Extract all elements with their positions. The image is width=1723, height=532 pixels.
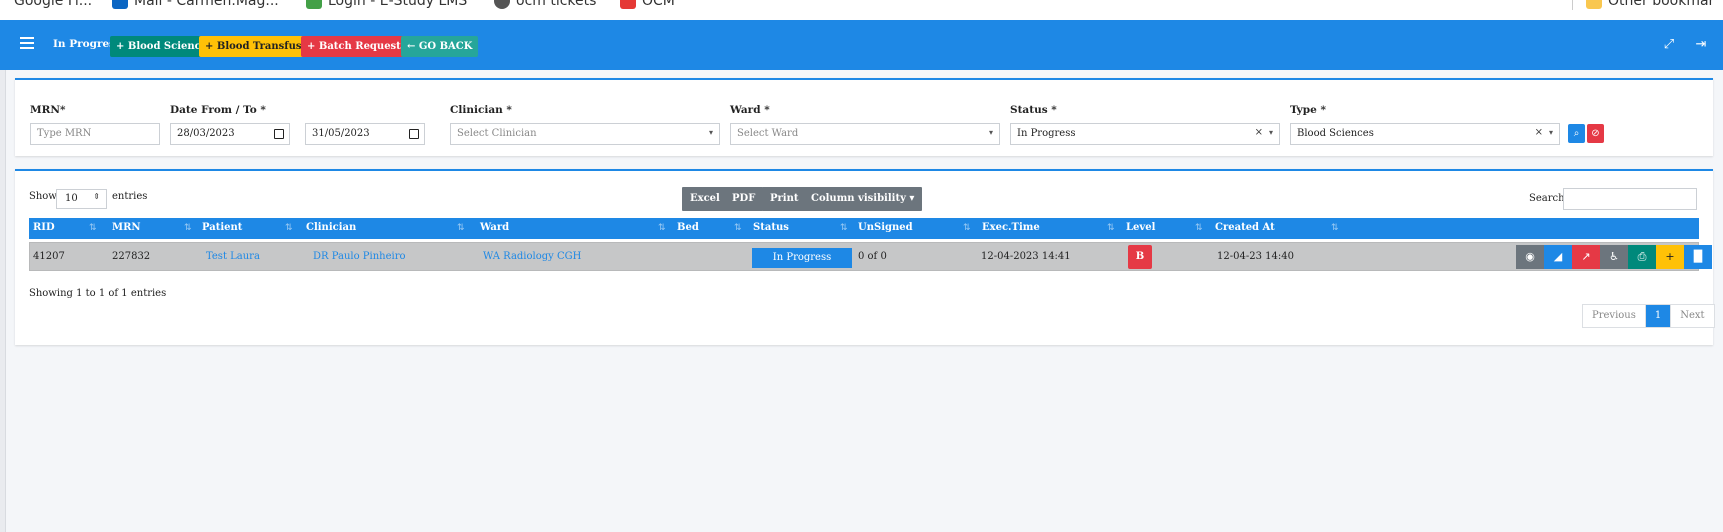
ocm-icon bbox=[620, 0, 636, 9]
menu-icon[interactable] bbox=[20, 37, 34, 51]
level-badge: B bbox=[1128, 245, 1152, 269]
status-label: Status * bbox=[1010, 104, 1057, 116]
clinician-label: Clinician * bbox=[450, 104, 512, 116]
table-header: RID ⇅ MRN ⇅ Patient ⇅ Clinician ⇅ Ward ⇅… bbox=[29, 218, 1699, 239]
ward-label: Ward * bbox=[730, 104, 770, 116]
cell-clinician-link[interactable]: DR Paulo Pinheiro bbox=[313, 251, 406, 262]
column-header-status[interactable]: Status bbox=[753, 222, 789, 233]
mrn-input[interactable]: Type MRN bbox=[30, 123, 160, 145]
cell-mrn: 227832 bbox=[112, 251, 151, 262]
reset-icon[interactable]: ⊘ bbox=[1587, 124, 1604, 143]
sort-icon: ⇅ bbox=[840, 223, 848, 233]
outlook-icon bbox=[112, 0, 128, 9]
next-page-button[interactable]: Next bbox=[1671, 305, 1713, 327]
wheelchair-icon[interactable]: ♿ bbox=[1600, 245, 1628, 269]
lms-icon bbox=[306, 0, 322, 9]
search-icon[interactable]: ⌕ bbox=[1568, 124, 1585, 143]
fullscreen-icon[interactable]: ⤢ bbox=[1662, 38, 1676, 52]
calendar-icon[interactable] bbox=[409, 129, 419, 139]
results-table-panel: Show 10 ⇕ entries Excel PDF Print Column… bbox=[15, 169, 1715, 345]
view-icon[interactable]: ◉ bbox=[1516, 245, 1544, 269]
column-visibility-button[interactable]: Column visibility ▾ bbox=[803, 187, 923, 211]
date-to-input[interactable]: 31/05/2023 bbox=[305, 123, 425, 145]
line-chart-icon[interactable]: ↗ bbox=[1572, 245, 1600, 269]
folder-icon bbox=[1586, 0, 1602, 9]
pagination: Previous 1 Next bbox=[1582, 304, 1715, 328]
column-header-exec-time[interactable]: Exec.Time bbox=[982, 222, 1040, 233]
type-select[interactable]: Blood Sciences × ▾ bbox=[1290, 123, 1560, 145]
clinician-select[interactable]: Select Clinician ▾ bbox=[450, 123, 720, 145]
cell-created-at: 12-04-23 14:40 bbox=[1217, 251, 1294, 262]
sort-icon: ⇅ bbox=[658, 223, 666, 233]
sort-icon: ⇅ bbox=[963, 223, 971, 233]
chevron-down-icon: ▾ bbox=[1548, 128, 1553, 137]
barcode-icon[interactable]: ▐▌ bbox=[1684, 245, 1712, 269]
print-button[interactable]: Print bbox=[762, 187, 807, 211]
chevron-down-icon: ▾ bbox=[1268, 128, 1273, 137]
sidebar-edge bbox=[0, 70, 6, 532]
cell-patient-link[interactable]: Test Laura bbox=[206, 251, 260, 262]
github-icon bbox=[494, 0, 510, 9]
column-header-level[interactable]: Level bbox=[1126, 222, 1155, 233]
sort-icon: ⇅ bbox=[1331, 223, 1339, 233]
filter-panel: MRN* Type MRN Date From / To * 28/03/202… bbox=[15, 78, 1713, 156]
logout-icon[interactable]: ⇥ bbox=[1694, 38, 1708, 52]
column-header-patient[interactable]: Patient bbox=[202, 222, 242, 233]
type-label: Type * bbox=[1290, 104, 1326, 116]
excel-export-button[interactable]: Excel bbox=[682, 187, 728, 211]
print-icon[interactable]: ⎙ bbox=[1628, 245, 1656, 269]
plus-icon[interactable]: + bbox=[1656, 245, 1684, 269]
sort-icon: ⇅ bbox=[1195, 223, 1203, 233]
page-length-select[interactable]: 10 ⇕ bbox=[56, 189, 107, 209]
sort-arrows-icon: ⇕ bbox=[93, 192, 100, 201]
bookmarks-bar: Google Fi... Mail - Carmen.Mag... Login … bbox=[0, 0, 1723, 20]
date-label: Date From / To * bbox=[170, 104, 266, 116]
cell-rid: 41207 bbox=[33, 251, 65, 262]
previous-page-button[interactable]: Previous bbox=[1583, 305, 1646, 327]
top-navbar: In Progress + Blood Sciences + Blood Tra… bbox=[0, 20, 1723, 70]
clear-icon[interactable]: × bbox=[1255, 127, 1263, 138]
table-info: Showing 1 to 1 of 1 entries bbox=[29, 288, 167, 299]
cell-unsigned: 0 of 0 bbox=[858, 251, 887, 262]
status-select[interactable]: In Progress × ▾ bbox=[1010, 123, 1280, 145]
column-header-mrn[interactable]: MRN bbox=[112, 222, 141, 233]
mrn-label: MRN* bbox=[30, 104, 66, 116]
column-header-created-at[interactable]: Created At bbox=[1215, 222, 1275, 233]
status-badge: In Progress bbox=[752, 248, 852, 268]
area-chart-icon[interactable]: ◢ bbox=[1544, 245, 1572, 269]
ward-select[interactable]: Select Ward ▾ bbox=[730, 123, 1000, 145]
sort-icon: ⇅ bbox=[285, 223, 293, 233]
calendar-icon[interactable] bbox=[274, 129, 284, 139]
bookmark-mail[interactable]: Mail - Carmen.Mag... bbox=[112, 0, 279, 9]
date-from-input[interactable]: 28/03/2023 bbox=[170, 123, 290, 145]
bookmark-ocm-tickets[interactable]: ocm tickets bbox=[494, 0, 596, 9]
column-header-ward[interactable]: Ward bbox=[480, 222, 509, 233]
entries-label: entries bbox=[112, 191, 148, 202]
table-row[interactable]: 41207 227832 Test Laura DR Paulo Pinheir… bbox=[29, 242, 1712, 271]
sort-icon: ⇅ bbox=[457, 223, 465, 233]
show-label: Show bbox=[29, 191, 57, 202]
column-header-unsigned[interactable]: UnSigned bbox=[858, 222, 913, 233]
bookmark-estudy-lms[interactable]: Login - E-Study LMS bbox=[306, 0, 467, 9]
column-header-rid[interactable]: RID bbox=[33, 222, 55, 233]
column-header-clinician[interactable]: Clinician bbox=[306, 222, 356, 233]
table-search-input[interactable] bbox=[1563, 188, 1697, 210]
chevron-down-icon: ▾ bbox=[708, 128, 713, 137]
sort-icon: ⇅ bbox=[1107, 223, 1115, 233]
chevron-down-icon: ▾ bbox=[988, 128, 993, 137]
bookmark-other[interactable]: Other bookmar bbox=[1586, 0, 1714, 9]
go-back-button[interactable]: ← GO BACK bbox=[401, 36, 479, 57]
sort-icon: ⇅ bbox=[89, 223, 97, 233]
page-1-button[interactable]: 1 bbox=[1645, 305, 1672, 327]
sort-icon: ⇅ bbox=[184, 223, 192, 233]
cell-ward-link[interactable]: WA Radiology CGH bbox=[483, 251, 581, 262]
sort-icon: ⇅ bbox=[734, 223, 742, 233]
column-header-bed[interactable]: Bed bbox=[677, 222, 699, 233]
bookmark-google-fi[interactable]: Google Fi... bbox=[14, 0, 92, 9]
pdf-export-button[interactable]: PDF bbox=[724, 187, 764, 211]
cell-exec-time: 12-04-2023 14:41 bbox=[981, 251, 1071, 262]
bookmarks-divider bbox=[1572, 0, 1573, 10]
bookmark-ocm[interactable]: OCM bbox=[620, 0, 675, 9]
clear-icon[interactable]: × bbox=[1535, 127, 1543, 138]
